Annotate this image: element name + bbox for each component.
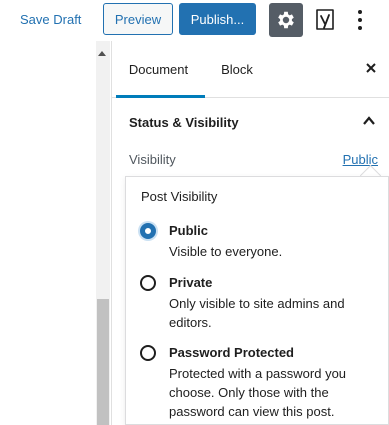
- visibility-option-password[interactable]: Password Protected Protected with a pass…: [138, 345, 378, 421]
- option-description: Visible to everyone.: [169, 244, 283, 259]
- visibility-toggle-link[interactable]: Public: [343, 152, 378, 167]
- radio-public[interactable]: [140, 223, 156, 239]
- visibility-option-private[interactable]: Private Only visible to site admins and …: [138, 275, 378, 331]
- more-vertical-icon: [358, 10, 362, 30]
- popover-title: Post Visibility: [141, 189, 218, 204]
- option-label: Public: [169, 223, 209, 238]
- close-sidebar-button[interactable]: [364, 61, 378, 75]
- close-icon: [366, 63, 376, 73]
- yoast-icon: [316, 9, 334, 30]
- status-visibility-panel-toggle[interactable]: Status & Visibility: [112, 98, 389, 146]
- post-visibility-popover: Post Visibility Public Visible to everyo…: [125, 176, 389, 425]
- visibility-option-public[interactable]: Public Visible to everyone.: [138, 223, 378, 259]
- option-description: Protected with a password you choose. On…: [169, 366, 347, 419]
- visibility-label: Visibility: [129, 152, 176, 167]
- scrollbar-thumb[interactable]: [97, 299, 109, 425]
- settings-button[interactable]: [269, 3, 303, 37]
- tab-document[interactable]: Document: [112, 41, 205, 98]
- editor-toolbar: Save Draft Preview Publish...: [0, 0, 389, 40]
- more-options-button[interactable]: [356, 8, 364, 32]
- option-description: Only visible to site admins and editors.: [169, 296, 345, 330]
- tab-block[interactable]: Block: [205, 41, 269, 97]
- sidebar-tabs: Document Block: [112, 41, 389, 98]
- scroll-up-arrow-icon[interactable]: [98, 51, 106, 56]
- panel-title: Status & Visibility: [129, 115, 239, 130]
- publish-button[interactable]: Publish...: [179, 3, 256, 35]
- editor-canvas[interactable]: [0, 41, 97, 425]
- preview-button[interactable]: Preview: [103, 3, 173, 35]
- radio-private[interactable]: [140, 275, 156, 291]
- save-draft-button[interactable]: Save Draft: [20, 12, 81, 27]
- gear-icon: [278, 11, 294, 29]
- option-label: Private: [169, 275, 213, 290]
- chevron-up-icon: [363, 116, 375, 125]
- option-label: Password Protected: [169, 345, 294, 360]
- radio-password[interactable]: [140, 345, 156, 361]
- yoast-button[interactable]: [313, 7, 337, 33]
